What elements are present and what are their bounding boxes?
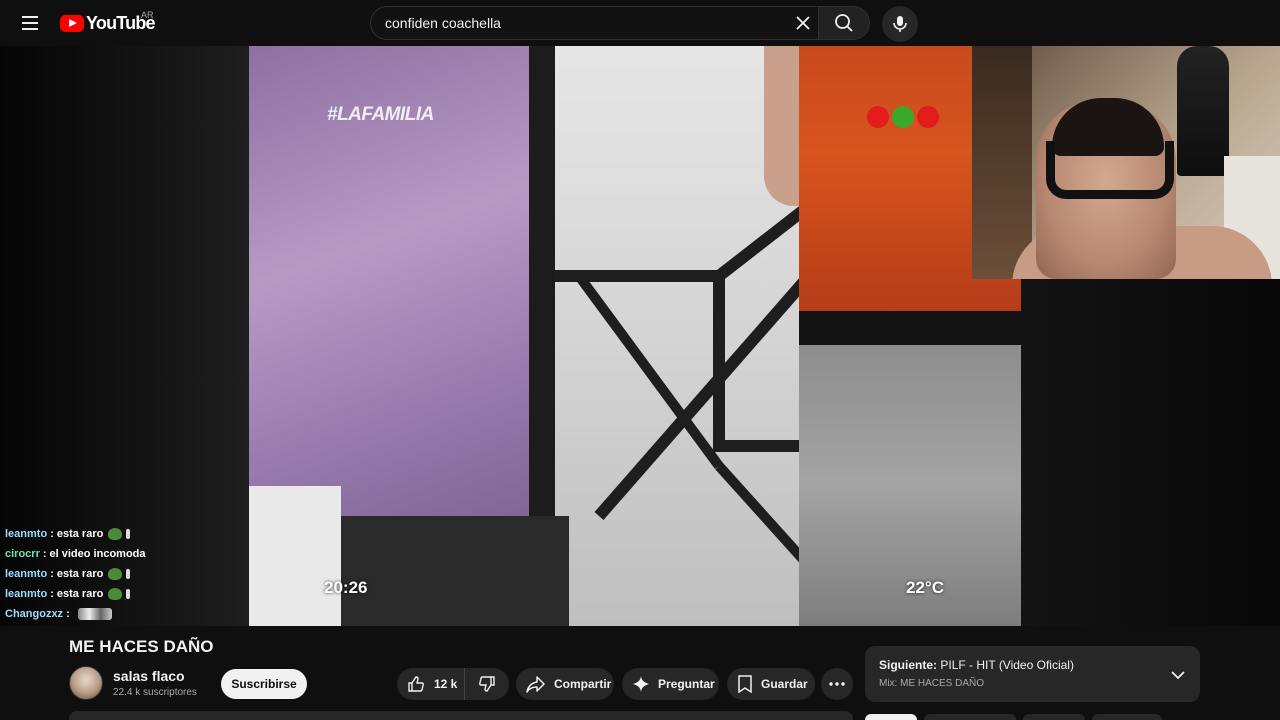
more-actions-button[interactable] — [821, 668, 853, 700]
belt — [799, 311, 1021, 345]
emote-icon — [77, 608, 112, 620]
dislike-button[interactable] — [465, 668, 509, 700]
more-icon — [829, 682, 845, 686]
search-icon — [835, 14, 853, 32]
red-dot — [917, 106, 939, 128]
chat-separator: : — [50, 588, 54, 600]
thumbs-down-icon — [479, 676, 495, 692]
save-button[interactable]: Guardar — [727, 668, 815, 700]
chat-line: cirocrr: el video incomoda — [5, 544, 245, 564]
region-code: AR — [141, 10, 154, 20]
ask-label: Preguntar — [658, 677, 715, 691]
clear-search-icon[interactable] — [787, 6, 819, 40]
chat-username: leanmto — [5, 528, 48, 540]
pepe-emote-icon — [108, 528, 123, 540]
avatar[interactable] — [69, 666, 103, 700]
white-box — [249, 486, 341, 626]
chevron-down-icon[interactable] — [1168, 665, 1188, 685]
cam-door — [972, 46, 1032, 279]
subscriber-count: 22.4 k suscriptores — [113, 687, 197, 698]
up-next-mix: Mix: ME HACES DAÑO — [879, 678, 985, 689]
chat-separator: : — [50, 528, 54, 540]
description-box[interactable] — [69, 711, 853, 720]
menu-icon[interactable] — [14, 7, 46, 39]
chat-username: Changozxz — [5, 608, 64, 620]
up-next-prefix: Siguiente: — [879, 658, 938, 672]
webcam-overlay — [972, 46, 1280, 279]
chat-separator: : — [66, 608, 70, 620]
chat-message: el video incomoda — [49, 548, 146, 560]
chat-separator: : — [50, 568, 54, 580]
video-temp-overlay: 22°C — [906, 578, 944, 597]
pepe-emote-icon — [108, 568, 123, 580]
chat-username: cirocrr — [5, 548, 40, 560]
video-time-overlay: 20:26 — [324, 578, 368, 597]
red-dot — [867, 106, 889, 128]
save-label: Guardar — [761, 677, 808, 691]
chat-message: esta raro — [56, 568, 104, 580]
masthead: YouTube AR confiden coachella — [0, 0, 1280, 46]
chat-overlay: leanmto: esta raro cirocrr: el video incom… — [5, 524, 245, 624]
video-title: ME HACES DAÑO — [69, 637, 214, 656]
like-dislike-group: 12 k — [397, 668, 509, 700]
bookmark-icon — [738, 675, 752, 693]
chat-line: leanmto: esta raro — [5, 584, 245, 604]
chip[interactable] — [865, 714, 917, 720]
search-button[interactable] — [818, 6, 870, 40]
pepe-emote-icon — [108, 588, 123, 600]
emote-icon — [126, 529, 131, 539]
play-logo-icon — [60, 14, 84, 32]
chat-line: leanmto: esta raro — [5, 564, 245, 584]
chat-message: esta raro — [56, 528, 104, 540]
up-next-card[interactable]: Siguiente: PILF - HIT (Video Oficial) Mi… — [865, 646, 1200, 702]
emote-icon — [126, 589, 131, 599]
share-button[interactable]: Compartir — [516, 668, 614, 700]
subscribe-button[interactable]: Suscribirse — [221, 669, 307, 699]
cam-figure — [1177, 46, 1229, 176]
search-query: confiden coachella — [385, 15, 501, 31]
headphones-icon — [1046, 141, 1174, 199]
like-count: 12 k — [434, 677, 458, 691]
chat-separator: : — [42, 548, 47, 560]
green-dot — [892, 106, 914, 128]
chip[interactable] — [924, 714, 1016, 720]
chat-username: leanmto — [5, 588, 48, 600]
chat-line: Changozxz: — [5, 604, 245, 624]
share-label: Compartir — [554, 677, 612, 691]
ask-button[interactable]: Preguntar — [622, 668, 719, 700]
sparkle-icon — [633, 676, 649, 692]
microphone-icon — [893, 16, 907, 32]
chat-message: esta raro — [56, 588, 104, 600]
video-hashtag-overlay: #LAFAMILIA — [327, 104, 434, 125]
chat-username: leanmto — [5, 568, 48, 580]
up-next-video-title: PILF - HIT (Video Oficial) — [940, 658, 1074, 672]
chip[interactable] — [1023, 714, 1085, 720]
video-frame[interactable]: #LAFAMILIA 20:26 22°C — [249, 46, 1021, 626]
chat-line: leanmto: esta raro — [5, 524, 245, 544]
search-input[interactable]: confiden coachella — [370, 6, 818, 40]
share-icon — [526, 676, 545, 693]
up-next-title: Siguiente: PILF - HIT (Video Oficial) — [879, 658, 1074, 672]
voice-search-button[interactable] — [882, 6, 918, 42]
emote-icon — [126, 569, 131, 579]
like-button[interactable]: 12 k — [397, 668, 465, 700]
thumbs-up-icon — [408, 676, 424, 692]
channel-name[interactable]: salas flaco — [113, 668, 185, 684]
chip[interactable] — [1092, 714, 1162, 720]
